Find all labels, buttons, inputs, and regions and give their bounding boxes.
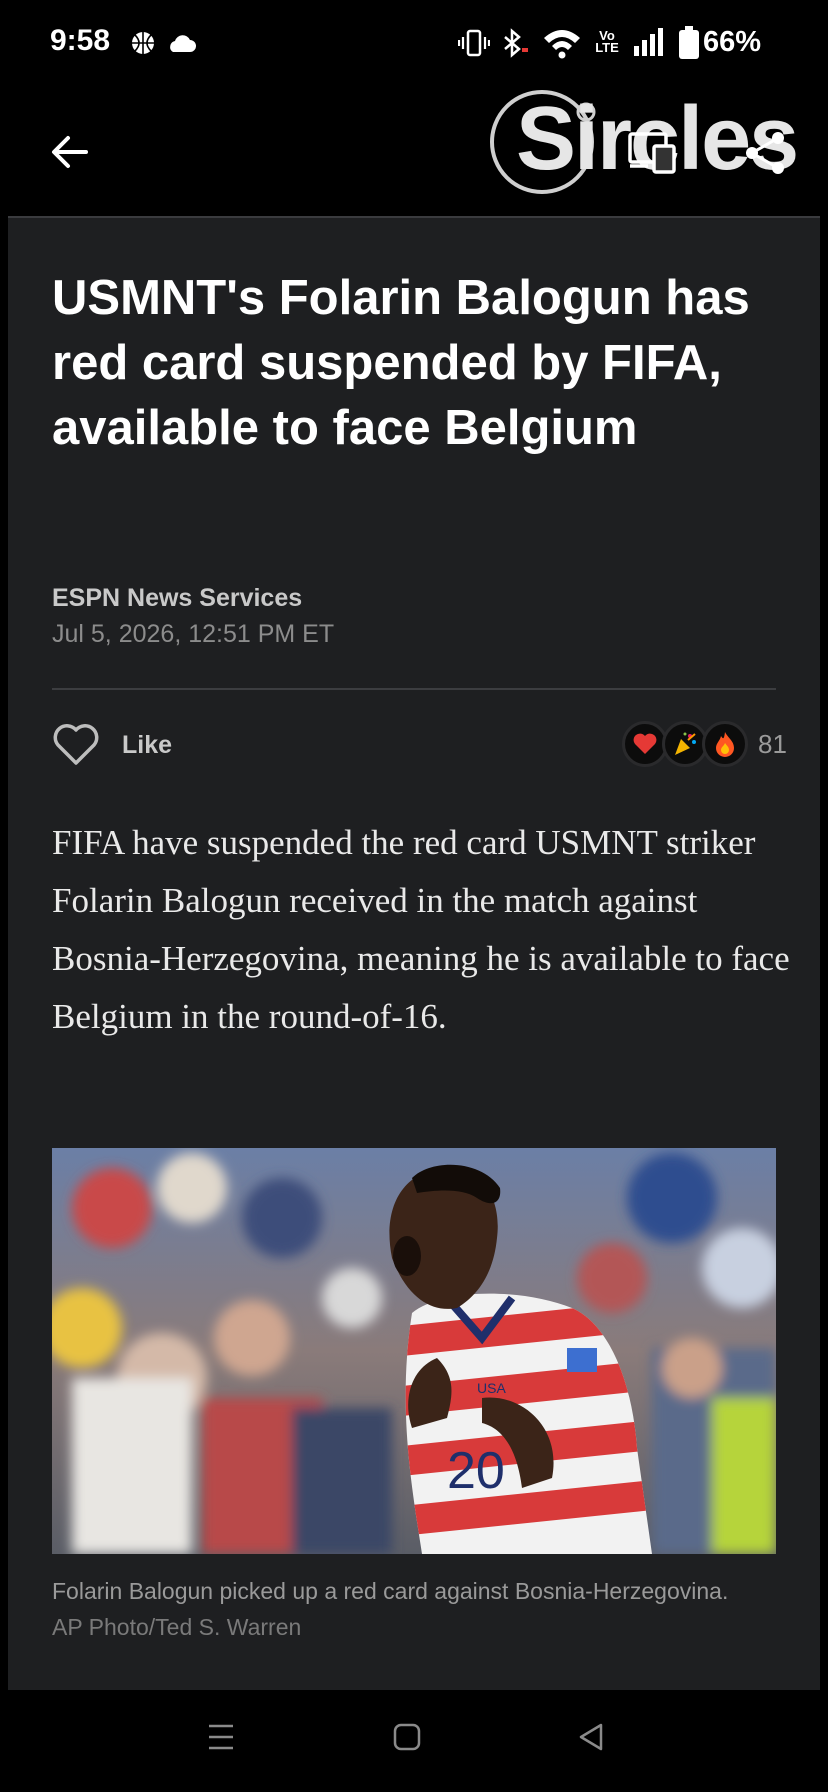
back-icon[interactable] bbox=[576, 1722, 606, 1752]
article-photo[interactable]: USA 20 bbox=[52, 1148, 776, 1554]
system-nav-bar bbox=[0, 1690, 828, 1792]
article-headline: USMNT's Folarin Balogun has red card sus… bbox=[52, 271, 750, 455]
recents-icon[interactable] bbox=[206, 1722, 236, 1752]
reactions-summary[interactable]: 81 bbox=[622, 721, 787, 767]
status-time: 9:58 bbox=[50, 24, 111, 57]
signal-icon bbox=[634, 28, 663, 56]
like-label: Like bbox=[122, 730, 173, 759]
cast-icon[interactable] bbox=[628, 132, 676, 174]
article-card: USMNT's Folarin Balogun has red card sus… bbox=[8, 218, 820, 1690]
app-bar: Sircles bbox=[0, 88, 828, 216]
jersey-text: USA bbox=[477, 1380, 506, 1396]
jersey-number: 20 bbox=[447, 1442, 505, 1500]
share-icon[interactable] bbox=[742, 130, 788, 176]
bluetooth-icon bbox=[504, 28, 528, 58]
photo-credit: AP Photo/Ted S. Warren bbox=[52, 1614, 302, 1640]
wifi-icon bbox=[544, 30, 580, 59]
article-body: FIFA have suspended the red card USMNT s… bbox=[52, 823, 790, 1036]
status-bar: 9:58 Vo LTE 66% bbox=[0, 0, 828, 88]
home-icon[interactable] bbox=[392, 1722, 422, 1752]
heart-outline-icon bbox=[53, 724, 99, 765]
photo-caption: Folarin Balogun picked up a red card aga… bbox=[52, 1578, 729, 1604]
like-button[interactable]: Like bbox=[52, 718, 172, 772]
reaction-count: 81 bbox=[758, 728, 787, 759]
volte-icon: Vo LTE bbox=[595, 28, 619, 55]
player-photo-illustration: USA 20 bbox=[52, 1148, 776, 1554]
article-date: Jul 5, 2026, 12:51 PM ET bbox=[52, 620, 335, 648]
basketball-icon bbox=[132, 32, 154, 54]
article-source[interactable]: ESPN News Services bbox=[52, 584, 302, 613]
vibrate-icon bbox=[458, 29, 490, 57]
battery-percentage: 66% bbox=[703, 26, 762, 58]
fire-reaction-icon bbox=[702, 721, 748, 767]
battery-icon bbox=[679, 26, 699, 59]
cloud-icon bbox=[170, 35, 196, 52]
meta-divider bbox=[52, 688, 776, 690]
back-arrow-icon[interactable] bbox=[46, 128, 94, 176]
